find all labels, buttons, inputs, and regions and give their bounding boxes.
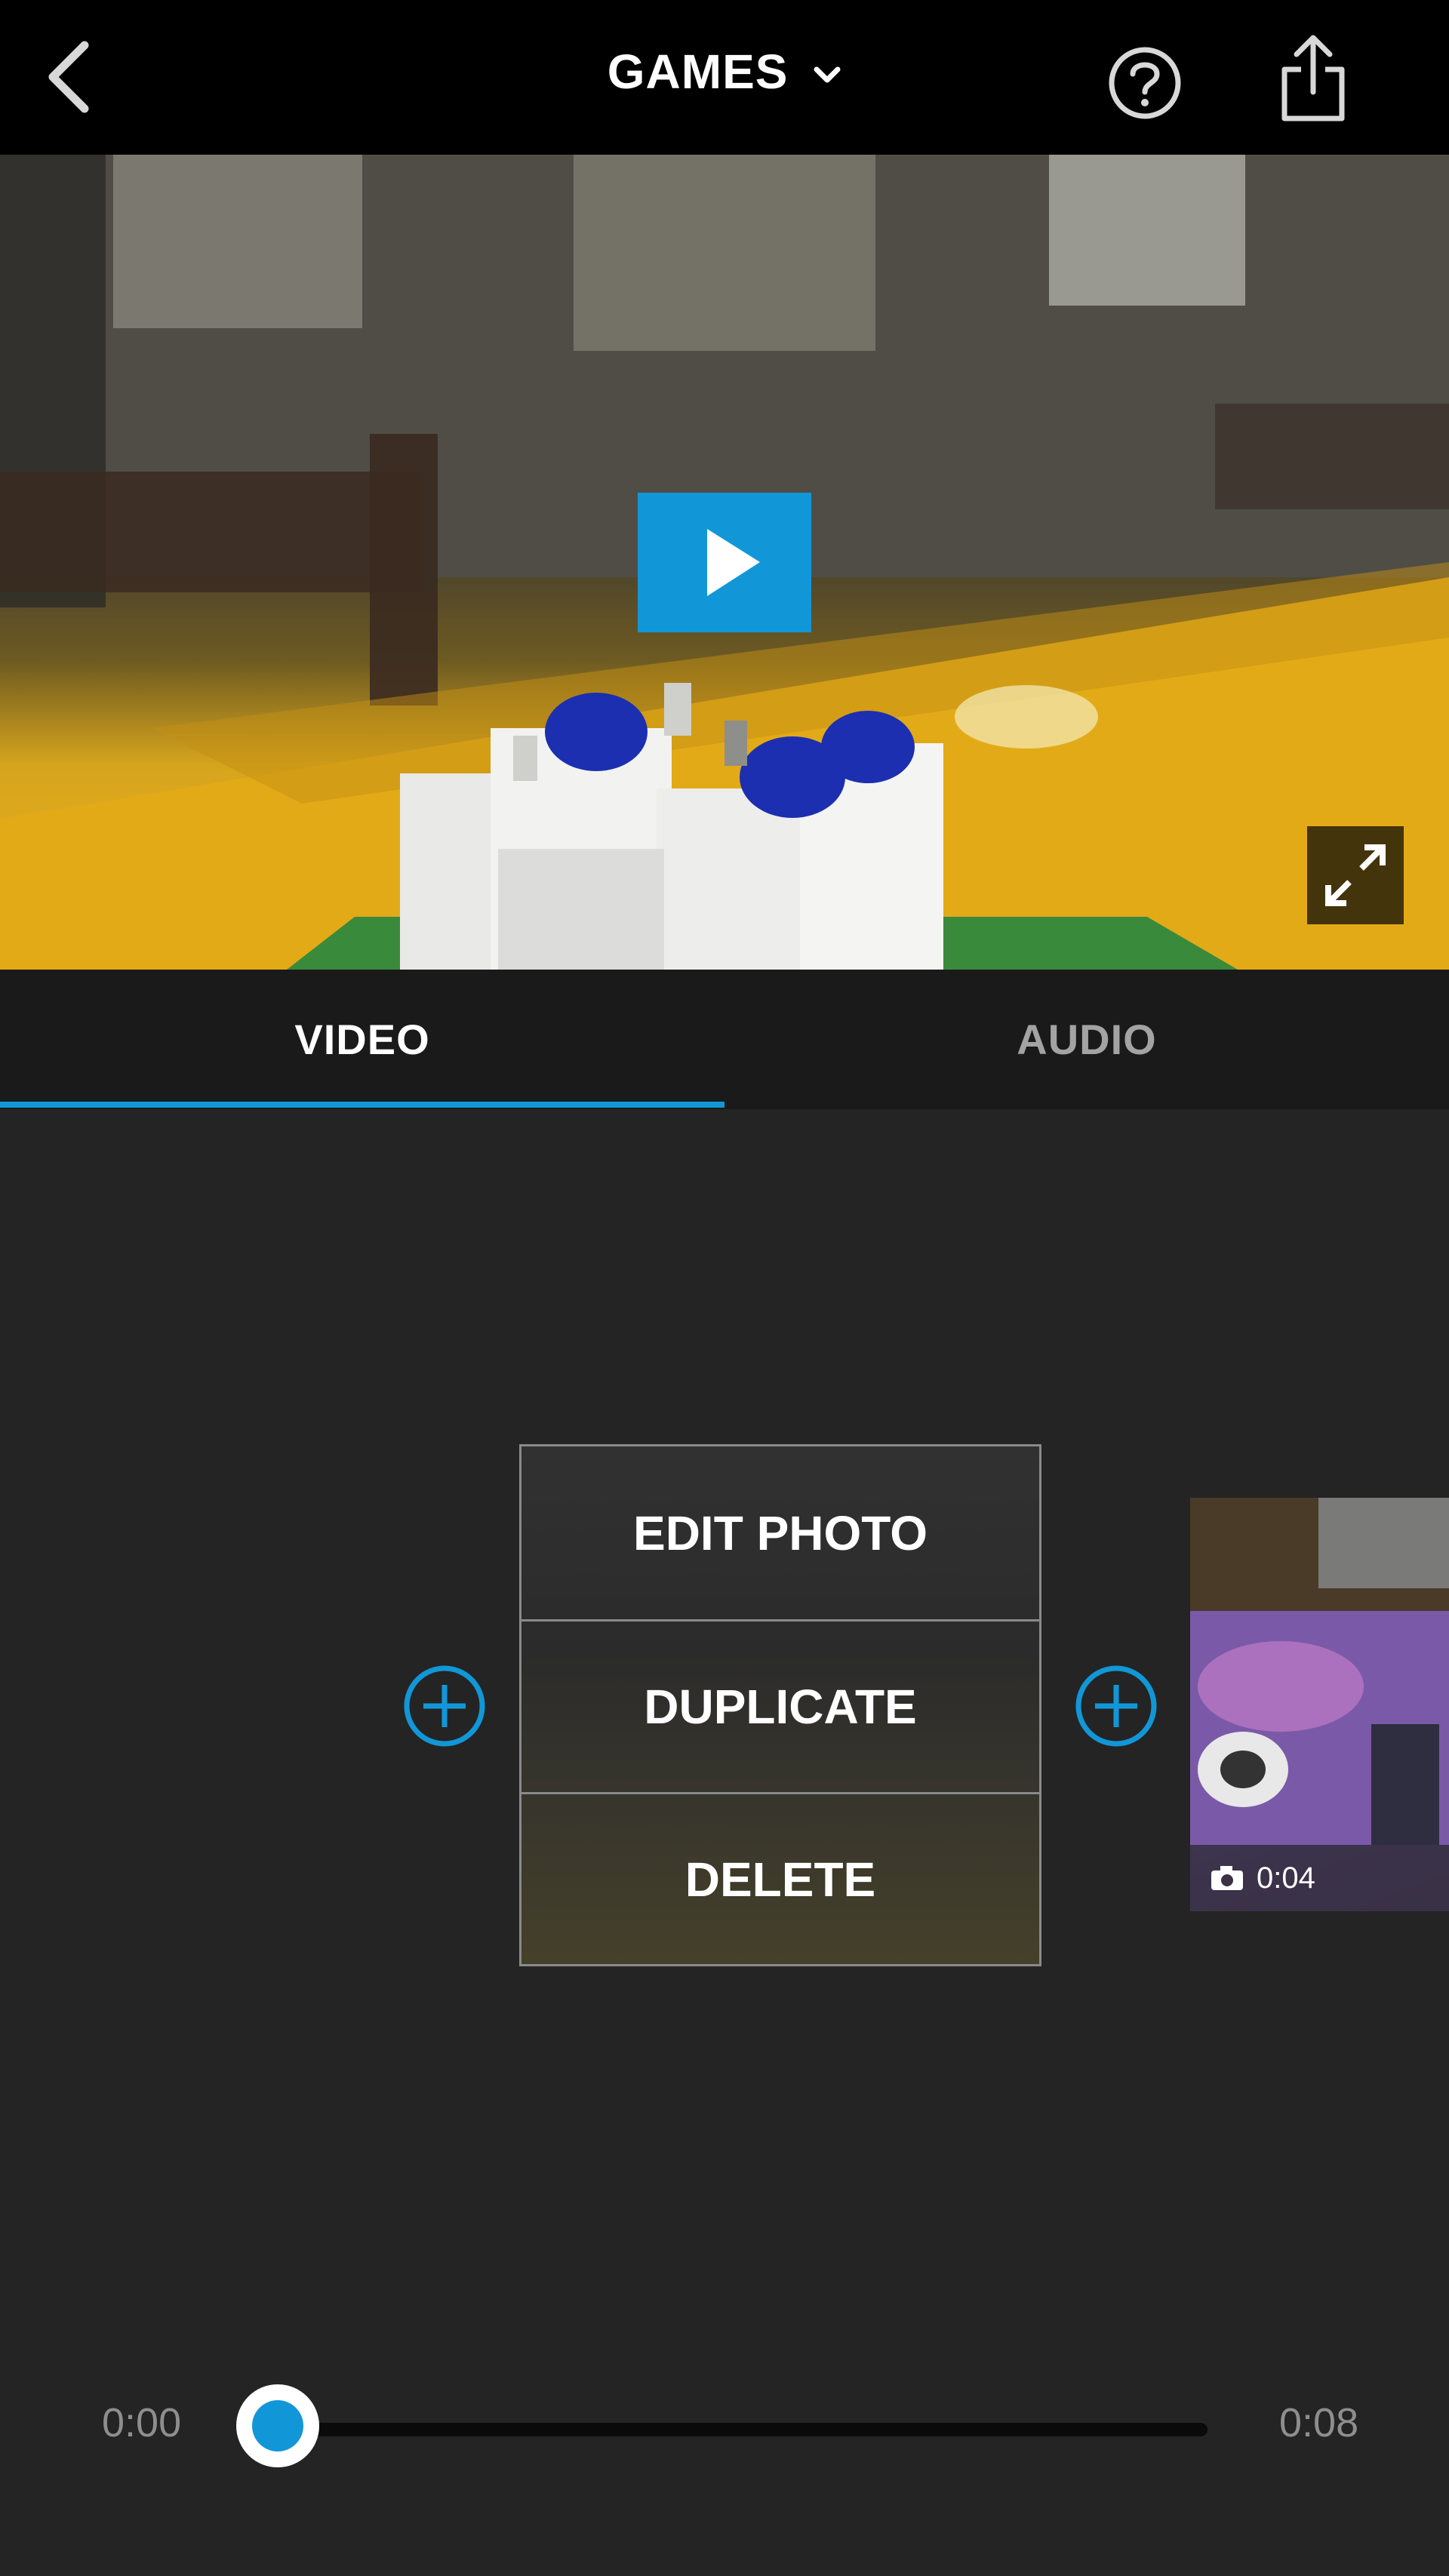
tab-video[interactable]: VIDEO	[0, 970, 724, 1109]
edit-photo-option[interactable]: EDIT PHOTO	[521, 1446, 1039, 1619]
top-bar: GAMES	[0, 0, 1449, 155]
editor-tabs: VIDEO AUDIO	[0, 970, 1449, 1109]
duplicate-option[interactable]: DUPLICATE	[521, 1619, 1039, 1792]
add-clip-before-button[interactable]	[402, 1664, 487, 1748]
expand-icon	[1325, 844, 1386, 906]
start-time: 0:00	[102, 2400, 182, 2445]
play-icon	[707, 529, 760, 596]
tab-video-label: VIDEO	[294, 1016, 430, 1063]
next-clip-image	[1190, 1498, 1449, 1845]
add-clip-after-button[interactable]	[1074, 1664, 1158, 1748]
tab-audio[interactable]: AUDIO	[724, 970, 1449, 1109]
next-clip-thumbnail[interactable]: 0:04	[1190, 1498, 1449, 1911]
clip-info-bar: 0:04	[1190, 1845, 1449, 1911]
media-preview[interactable]	[0, 155, 1449, 970]
timeline-scrubber: 0:00 0:08	[0, 2377, 1449, 2475]
help-icon	[1109, 47, 1181, 119]
chevron-down-icon	[814, 66, 841, 83]
clip-duration: 0:04	[1257, 1861, 1315, 1895]
clip-context-menu: EDIT PHOTO DUPLICATE DELETE	[519, 1444, 1041, 1966]
active-tab-indicator	[0, 1102, 724, 1108]
delete-option[interactable]: DELETE	[521, 1792, 1039, 1965]
camera-icon	[1211, 1866, 1243, 1890]
share-icon	[1281, 35, 1345, 121]
playhead-dot	[252, 2400, 303, 2452]
plus-circle-icon	[1075, 1665, 1157, 1747]
end-time: 0:08	[1279, 2400, 1359, 2445]
plus-circle-icon	[404, 1665, 485, 1747]
fullscreen-button[interactable]	[1307, 826, 1404, 924]
share-button[interactable]	[1275, 32, 1351, 126]
help-button[interactable]	[1106, 44, 1184, 122]
project-title-dropdown[interactable]: GAMES	[0, 44, 1449, 100]
playhead-handle[interactable]	[236, 2384, 319, 2467]
play-button[interactable]	[638, 493, 811, 632]
project-title: GAMES	[607, 45, 789, 99]
tab-audio-label: AUDIO	[1017, 1016, 1157, 1063]
timeline-track[interactable]	[279, 2423, 1208, 2436]
